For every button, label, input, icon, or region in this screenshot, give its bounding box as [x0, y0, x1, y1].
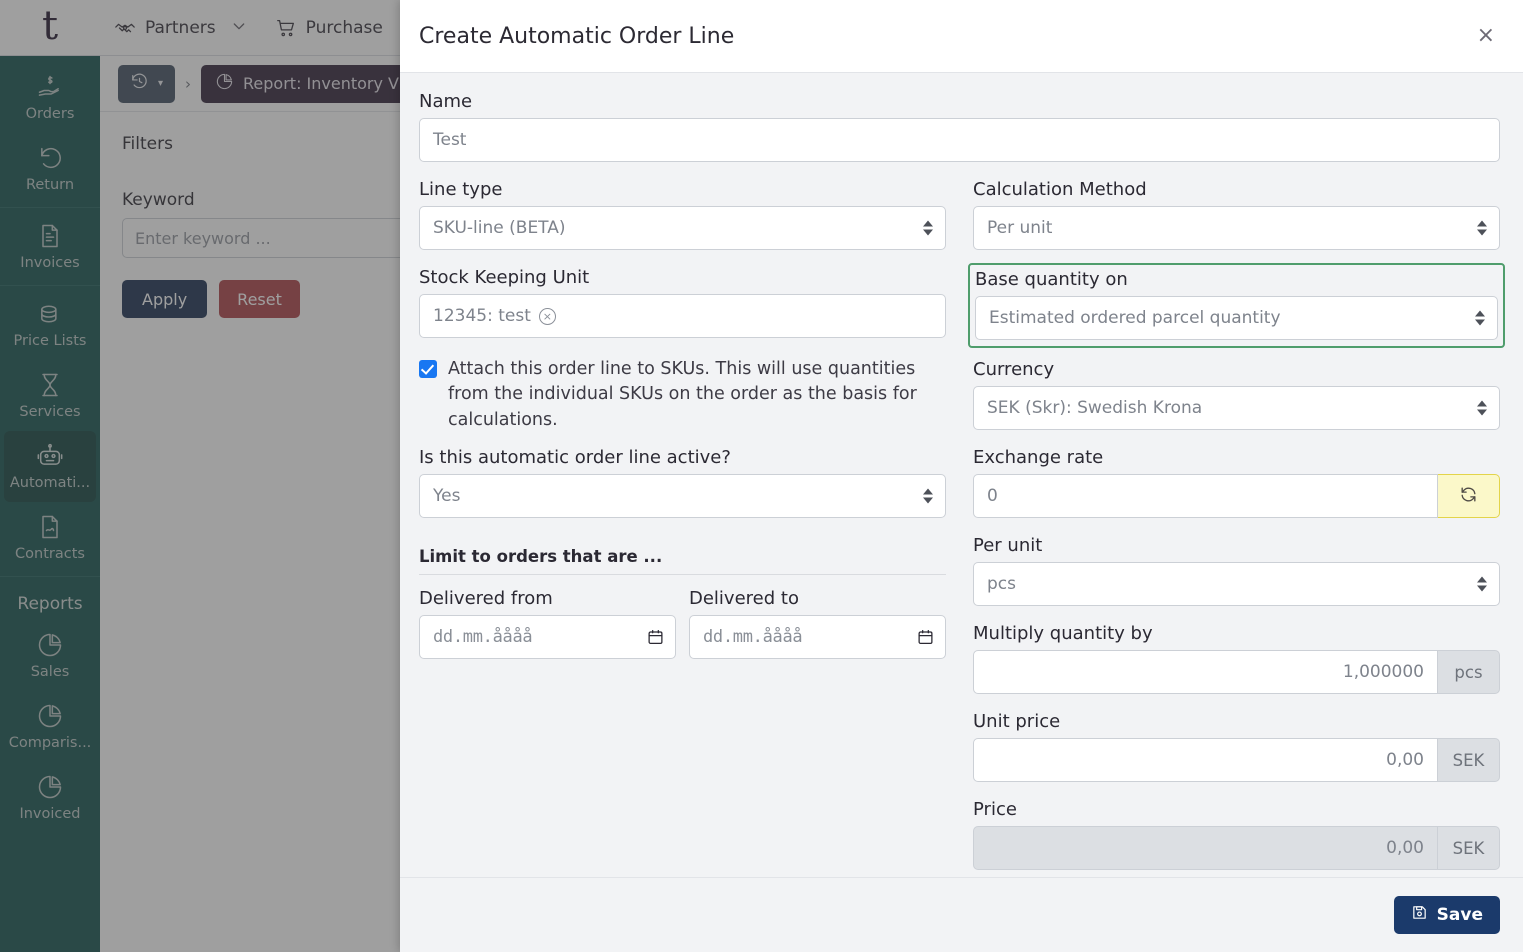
base-quantity-on-value: Estimated ordered parcel quantity: [989, 308, 1281, 328]
form-left-column: Line type SKU-line (BETA) Stock Keeping …: [419, 179, 946, 877]
is-active-label: Is this automatic order line active?: [419, 447, 946, 468]
clear-sku-icon[interactable]: ×: [539, 308, 556, 325]
refresh-icon: [1459, 485, 1478, 507]
calendar-icon[interactable]: [647, 629, 664, 646]
exchange-rate-group: 0: [973, 474, 1500, 518]
delivered-from-placeholder: dd.mm.åååå: [433, 627, 532, 647]
close-icon[interactable]: ×: [1469, 21, 1503, 51]
currency-value: SEK (Skr): Swedish Krona: [987, 398, 1202, 418]
exchange-rate-label: Exchange rate: [973, 447, 1500, 468]
currency-select[interactable]: SEK (Skr): Swedish Krona: [973, 386, 1500, 430]
unit-price-group: 0,00 SEK: [973, 738, 1500, 782]
field-stock-keeping-unit: Stock Keeping Unit 12345: test ×: [419, 267, 946, 338]
limit-section-label: Limit to orders that are ...: [419, 547, 946, 566]
delivered-from-label: Delivered from: [419, 588, 676, 609]
calendar-icon[interactable]: [917, 629, 934, 646]
attach-to-skus-label: Attach this order line to SKUs. This wil…: [448, 357, 946, 433]
unit-price-label: Unit price: [973, 711, 1500, 732]
select-arrows-icon: [1477, 577, 1487, 592]
form-right-column: Calculation Method Per unit Base quantit…: [973, 179, 1500, 877]
field-currency: Currency SEK (Skr): Swedish Krona: [973, 359, 1500, 430]
multiply-quantity-group: 1,000000 pcs: [973, 650, 1500, 694]
field-per-unit: Per unit pcs: [973, 535, 1500, 606]
field-name: Name Test: [419, 91, 1500, 162]
save-button-label: Save: [1437, 905, 1483, 925]
save-button[interactable]: Save: [1394, 896, 1500, 934]
base-quantity-on-select[interactable]: Estimated ordered parcel quantity: [975, 296, 1498, 340]
field-line-type: Line type SKU-line (BETA): [419, 179, 946, 250]
sku-input[interactable]: 12345: test ×: [419, 294, 946, 338]
exchange-rate-input[interactable]: 0: [973, 474, 1438, 518]
select-arrows-icon: [1477, 221, 1487, 236]
attach-to-skus-checkbox-row[interactable]: Attach this order line to SKUs. This wil…: [419, 357, 946, 433]
per-unit-select[interactable]: pcs: [973, 562, 1500, 606]
multiply-quantity-label: Multiply quantity by: [973, 623, 1500, 644]
attach-to-skus-checkbox[interactable]: [419, 360, 437, 378]
modal-footer: Save: [400, 877, 1523, 952]
currency-label: Currency: [973, 359, 1500, 380]
unit-price-input[interactable]: 0,00: [973, 738, 1438, 782]
line-type-value: SKU-line (BETA): [433, 218, 566, 238]
field-delivered-to: Delivered to dd.mm.åååå: [689, 588, 946, 659]
price-group: 0,00 SEK: [973, 826, 1500, 870]
delivered-to-date-input[interactable]: dd.mm.åååå: [689, 615, 946, 659]
floppy-disk-icon: [1411, 904, 1428, 926]
modal-header: Create Automatic Order Line ×: [400, 0, 1523, 73]
field-exchange-rate: Exchange rate 0: [973, 447, 1500, 518]
per-unit-label: Per unit: [973, 535, 1500, 556]
field-multiply-quantity: Multiply quantity by 1,000000 pcs: [973, 623, 1500, 694]
price-input-readonly: 0,00: [973, 826, 1438, 870]
price-label: Price: [973, 799, 1500, 820]
select-arrows-icon: [923, 221, 933, 236]
multiply-quantity-input[interactable]: 1,000000: [973, 650, 1438, 694]
line-type-select[interactable]: SKU-line (BETA): [419, 206, 946, 250]
field-calculation-method: Calculation Method Per unit: [973, 179, 1500, 250]
delivered-date-row: Delivered from dd.mm.åååå: [419, 588, 946, 659]
refresh-exchange-rate-button[interactable]: [1438, 474, 1500, 518]
field-is-active: Is this automatic order line active? Yes: [419, 447, 946, 518]
per-unit-value: pcs: [987, 574, 1016, 594]
modal-title: Create Automatic Order Line: [419, 24, 1469, 49]
sku-value: 12345: test: [433, 306, 531, 326]
field-delivered-from: Delivered from dd.mm.åååå: [419, 588, 676, 659]
multiply-quantity-unit: pcs: [1438, 650, 1500, 694]
delivered-to-label: Delivered to: [689, 588, 946, 609]
sku-label: Stock Keeping Unit: [419, 267, 946, 288]
calculation-method-label: Calculation Method: [973, 179, 1500, 200]
delivered-to-placeholder: dd.mm.åååå: [703, 627, 802, 647]
modal-body: Name Test Line type SKU-line (BETA) Stoc…: [400, 73, 1523, 877]
price-currency: SEK: [1438, 826, 1500, 870]
field-unit-price: Unit price 0,00 SEK: [973, 711, 1500, 782]
base-quantity-on-label: Base quantity on: [975, 269, 1498, 290]
select-arrows-icon: [1477, 401, 1487, 416]
delivered-from-date-input[interactable]: dd.mm.åååå: [419, 615, 676, 659]
select-arrows-icon: [923, 489, 933, 504]
select-arrows-icon: [1475, 311, 1485, 326]
is-active-value: Yes: [433, 486, 460, 506]
field-price: Price 0,00 SEK: [973, 799, 1500, 870]
calculation-method-value: Per unit: [987, 218, 1052, 238]
unit-price-currency: SEK: [1438, 738, 1500, 782]
section-divider: [419, 574, 946, 575]
form-two-column-row: Line type SKU-line (BETA) Stock Keeping …: [419, 179, 1500, 877]
is-active-select[interactable]: Yes: [419, 474, 946, 518]
line-type-label: Line type: [419, 179, 946, 200]
field-base-quantity-on-highlighted: Base quantity on Estimated ordered parce…: [968, 263, 1505, 348]
limit-section: Limit to orders that are ... Delivered f…: [419, 547, 946, 659]
name-label: Name: [419, 91, 1500, 112]
calculation-method-select[interactable]: Per unit: [973, 206, 1500, 250]
create-automatic-order-line-modal: Create Automatic Order Line × Name Test …: [400, 0, 1523, 952]
name-input[interactable]: Test: [419, 118, 1500, 162]
